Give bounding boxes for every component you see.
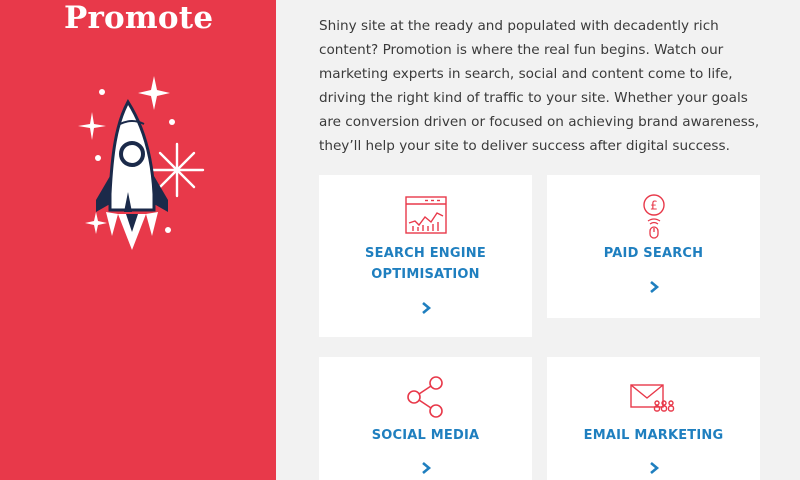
envelope-people-icon (629, 384, 674, 412)
service-title-seo-line1: SEARCH ENGINE (365, 246, 486, 261)
service-title-seo-line2: OPTIMISATION (371, 267, 480, 282)
service-title-paid-search: PAID SEARCH (603, 246, 704, 261)
pound-click-icon: £ (642, 194, 665, 239)
service-title-email-marketing: EMAIL MARKETING (583, 428, 724, 443)
service-title-social-media: SOCIAL MEDIA (371, 428, 480, 443)
service-card-seo[interactable]: SEARCH ENGINE OPTIMISATION (319, 175, 532, 337)
chevron-right-icon[interactable] (648, 461, 660, 475)
promote-page: Promote Shiny site at the ready and popu… (0, 0, 800, 480)
intro-paragraph: Shiny site at the ready and populated wi… (319, 18, 760, 154)
service-card-social-media[interactable]: SOCIAL MEDIA (319, 357, 532, 480)
pound-sign: £ (650, 199, 658, 213)
chevron-right-icon[interactable] (648, 280, 660, 294)
service-card-paid-search[interactable]: £ PAID SEARCH (547, 175, 760, 318)
rocket-icon (78, 76, 205, 250)
promote-hero-panel: Promote (0, 0, 276, 480)
page-title: Promote (64, 0, 214, 36)
seo-chart-icon (404, 196, 447, 234)
service-card-email-marketing[interactable]: EMAIL MARKETING (547, 357, 760, 480)
chevron-right-icon[interactable] (420, 301, 432, 315)
chevron-right-icon[interactable] (420, 461, 432, 475)
share-icon (406, 376, 443, 418)
